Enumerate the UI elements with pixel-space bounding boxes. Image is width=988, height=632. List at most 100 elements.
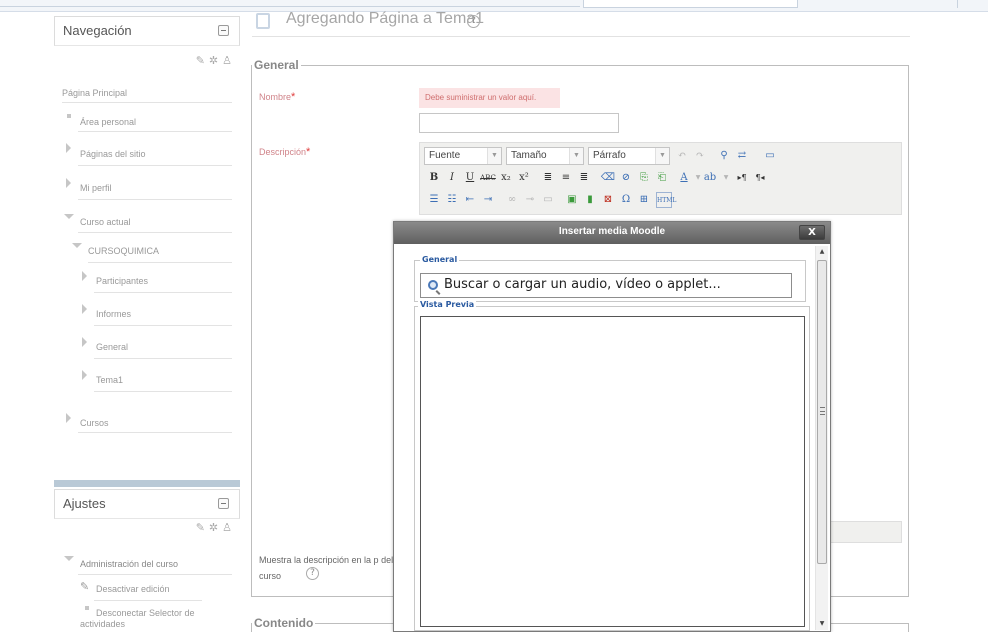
eraser-icon[interactable]: ⊘ xyxy=(618,170,634,186)
expand-arrow-icon[interactable] xyxy=(82,304,87,314)
clean-icon[interactable]: ⌫ xyxy=(600,170,616,186)
divider xyxy=(78,232,232,233)
find-icon[interactable]: ⚲ xyxy=(716,148,732,164)
equation-icon[interactable]: ⊠ xyxy=(600,192,616,208)
collapse-arrow-icon[interactable] xyxy=(64,556,74,561)
align-left-icon[interactable]: ≣ xyxy=(540,170,556,186)
expand-arrow-icon[interactable] xyxy=(66,413,71,423)
link-icon[interactable]: ∞ xyxy=(504,192,520,208)
media-icon[interactable]: ▮ xyxy=(582,192,598,208)
media-search-button[interactable]: Buscar o cargar un audio, vídeo o applet… xyxy=(420,273,792,298)
nolink-icon[interactable]: ▭ xyxy=(540,192,556,208)
divider xyxy=(62,102,232,103)
scroll-thumb[interactable] xyxy=(817,260,827,564)
redo-icon[interactable]: ↷ xyxy=(692,148,708,164)
chevron-down-icon[interactable]: ▼ xyxy=(718,170,734,186)
media-preview-area xyxy=(420,316,805,627)
indent-icon[interactable]: ⇥ xyxy=(480,192,496,208)
nav-item-current-course[interactable]: Curso actual xyxy=(80,217,131,227)
browser-bar-segment xyxy=(957,0,988,8)
italic-icon[interactable]: I xyxy=(444,170,460,186)
assign-roles-icon[interactable]: ♙ xyxy=(222,54,236,67)
settings-item-activity-chooser[interactable]: Desconectar Selector de actividades xyxy=(80,608,210,630)
nav-item-courses[interactable]: Cursos xyxy=(80,418,109,428)
nav-item-topic1[interactable]: Tema1 xyxy=(96,375,123,385)
expand-arrow-icon[interactable] xyxy=(82,370,87,380)
replace-icon[interactable]: ⇄ xyxy=(734,148,750,164)
align-center-icon[interactable]: ≡ xyxy=(558,170,574,186)
close-button[interactable]: X xyxy=(799,225,825,240)
nav-item-participants[interactable]: Participantes xyxy=(96,276,148,286)
settings-item-course-admin[interactable]: Administración del curso xyxy=(80,559,178,569)
move-icon[interactable]: ✎ xyxy=(196,54,209,67)
numbered-list-icon[interactable]: ☷ xyxy=(444,192,460,208)
background-color-icon[interactable]: ab xyxy=(702,170,718,186)
special-char-icon[interactable]: Ω xyxy=(618,192,634,208)
gear-icon[interactable]: ✲ xyxy=(209,521,222,534)
align-right-icon[interactable]: ≣ xyxy=(576,170,592,186)
nav-item-dashboard[interactable]: Área personal xyxy=(80,117,136,127)
bold-icon[interactable]: B xyxy=(426,170,442,186)
description-label-text: Descripción xyxy=(259,147,307,157)
unlink-icon[interactable]: ⊸ xyxy=(522,192,538,208)
dialog-scrollbar[interactable]: ▲ ▼ xyxy=(815,246,828,630)
scroll-up-icon[interactable]: ▲ xyxy=(816,246,828,258)
expand-arrow-icon[interactable] xyxy=(82,337,87,347)
expand-arrow-icon[interactable] xyxy=(82,271,87,281)
nav-item-profile[interactable]: Mi perfil xyxy=(80,183,112,193)
nav-item-general-section[interactable]: General xyxy=(96,342,128,352)
content-legend[interactable]: Contenido xyxy=(252,616,316,630)
outdent-icon[interactable]: ⇤ xyxy=(462,192,478,208)
help-icon[interactable]: ? xyxy=(306,567,319,580)
name-error-message: Debe suministrar un valor aquí. xyxy=(419,88,560,108)
dialog-title: Insertar media Moodle xyxy=(558,226,666,237)
nav-item-site-pages[interactable]: Páginas del sitio xyxy=(80,149,146,159)
nav-item-reports[interactable]: Informes xyxy=(96,309,131,319)
show-description-label: Muestra la descripción en la p del curso xyxy=(259,552,397,584)
move-icon[interactable]: ✎ xyxy=(196,521,209,534)
nav-item-home[interactable]: Página Principal xyxy=(62,88,127,98)
font-select-value: Fuente xyxy=(429,150,461,161)
expand-arrow-icon[interactable] xyxy=(66,178,71,188)
browser-address-segment[interactable] xyxy=(583,0,798,8)
settings-block-title: Ajustes xyxy=(63,496,106,511)
collapse-arrow-icon[interactable] xyxy=(64,214,74,219)
dialog-titlebar[interactable]: Insertar media Moodle X xyxy=(394,222,830,244)
paste-word-icon[interactable]: ⎗ xyxy=(654,170,670,186)
description-label: Descripción* xyxy=(259,146,310,158)
superscript-icon[interactable]: x² xyxy=(516,170,532,186)
collapse-icon[interactable] xyxy=(218,498,229,509)
image-icon[interactable]: ▣ xyxy=(564,192,580,208)
size-select[interactable]: Tamaño ▼ xyxy=(506,147,584,165)
strikethrough-icon[interactable]: ABC xyxy=(480,170,496,186)
divider xyxy=(94,292,232,293)
expand-arrow-icon[interactable] xyxy=(66,143,71,153)
table-icon[interactable]: ⊞ xyxy=(636,192,652,208)
rtl-icon[interactable]: ¶◂ xyxy=(752,170,768,186)
collapse-arrow-icon[interactable] xyxy=(72,243,82,248)
underline-icon[interactable]: U xyxy=(462,170,478,186)
html-icon[interactable]: HTML xyxy=(656,192,676,208)
help-icon[interactable]: ? xyxy=(467,15,480,28)
subscript-icon[interactable]: x₂ xyxy=(498,170,514,186)
font-select[interactable]: Fuente ▼ xyxy=(424,147,502,165)
scroll-down-icon[interactable]: ▼ xyxy=(816,618,828,630)
block-separator xyxy=(54,480,240,487)
browser-top-strip xyxy=(0,0,988,12)
name-label-text: Nombre xyxy=(259,92,292,102)
assign-roles-icon[interactable]: ♙ xyxy=(222,521,236,534)
ltr-icon[interactable]: ▸¶ xyxy=(734,170,750,186)
general-legend[interactable]: General xyxy=(252,58,301,72)
bullet-list-icon[interactable]: ☰ xyxy=(426,192,442,208)
undo-icon[interactable]: ↶ xyxy=(674,148,690,164)
name-input[interactable] xyxy=(419,113,619,133)
gear-icon[interactable]: ✲ xyxy=(209,54,222,67)
divider xyxy=(94,391,232,392)
collapse-icon[interactable] xyxy=(218,25,229,36)
paste-text-icon[interactable]: ⎘ xyxy=(636,170,652,186)
format-select[interactable]: Párrafo ▼ xyxy=(588,147,670,165)
size-select-value: Tamaño xyxy=(511,150,547,161)
nav-item-course[interactable]: CURSOQUIMICA xyxy=(88,246,159,256)
settings-item-toggle-editing[interactable]: Desactivar edición xyxy=(96,584,170,594)
fullscreen-icon[interactable]: ▭ xyxy=(762,148,778,164)
